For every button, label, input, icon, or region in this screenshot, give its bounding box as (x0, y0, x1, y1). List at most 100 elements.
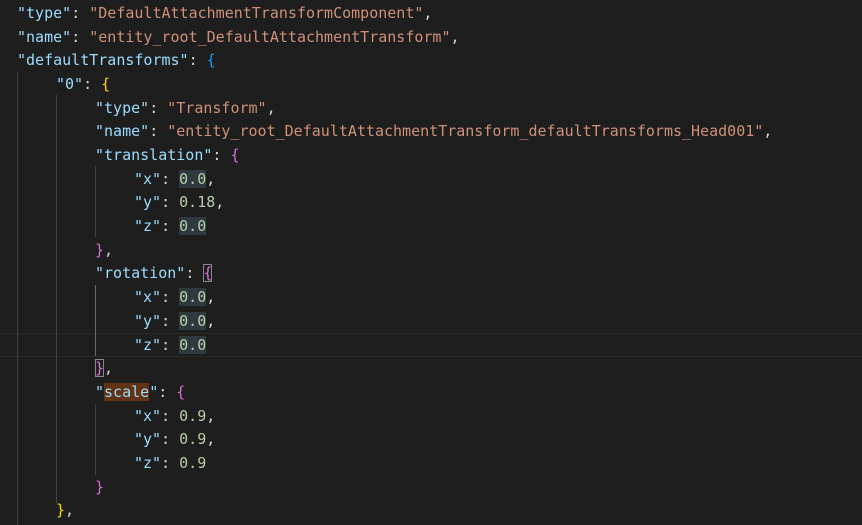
colon: : (158, 383, 177, 401)
indent-guide-active (95, 285, 96, 356)
comma: , (206, 170, 216, 188)
code-line-5[interactable]: "type": "Transform", (95, 97, 276, 121)
code-line-22[interactable]: }, (56, 499, 74, 523)
comma: , (206, 288, 216, 306)
code-line-12[interactable]: "rotation": { (95, 262, 213, 286)
close-brace: } (56, 501, 66, 519)
indent-guide (56, 95, 57, 503)
code-line-6[interactable]: "name": "entity_root_DefaultAttachmentTr… (95, 120, 772, 144)
json-string-value: "Transform" (167, 99, 267, 117)
colon: : (161, 217, 180, 235)
colon: : (185, 264, 204, 282)
json-key: "name" (95, 122, 150, 140)
json-key: "z" (134, 454, 162, 472)
json-key: "translation" (95, 146, 213, 164)
json-key: "rotation" (95, 264, 186, 282)
comma: , (763, 122, 773, 140)
json-number-value: 0.0 (179, 336, 207, 354)
json-key-highlighted: scale (104, 383, 150, 401)
json-string-value: "DefaultAttachmentTransformComponent" (89, 4, 424, 22)
comma: , (215, 193, 225, 211)
code-line-1[interactable]: "type": "DefaultAttachmentTransformCompo… (17, 2, 432, 26)
code-line-10[interactable]: "z": 0.0 (134, 215, 207, 239)
json-key: "0" (56, 75, 84, 93)
open-brace: { (101, 75, 111, 93)
close-brace: } (95, 241, 105, 259)
colon: : (161, 336, 180, 354)
code-line-11[interactable]: }, (95, 239, 113, 263)
json-key: "y" (134, 193, 162, 211)
json-key: "type" (17, 4, 72, 22)
code-line-7[interactable]: "translation": { (95, 144, 240, 168)
json-key: "name" (17, 28, 72, 46)
close-brace-matched: } (95, 359, 105, 377)
json-key-quote: " (95, 383, 105, 401)
code-line-21[interactable]: } (95, 476, 104, 500)
code-line-19[interactable]: "y": 0.9, (134, 428, 215, 452)
json-string-value: "entity_root_DefaultAttachmentTransform" (89, 28, 451, 46)
indent-guide (95, 404, 96, 475)
json-key: "z" (134, 336, 162, 354)
json-key: "z" (134, 217, 162, 235)
code-line-2[interactable]: "name": "entity_root_DefaultAttachmentTr… (17, 26, 460, 50)
open-brace: { (230, 146, 240, 164)
json-number-value: 0.0 (179, 217, 207, 235)
comma: , (423, 4, 433, 22)
code-line-18[interactable]: "x": 0.9, (134, 405, 215, 429)
colon: : (161, 454, 180, 472)
open-brace: { (176, 383, 186, 401)
colon: : (212, 146, 231, 164)
open-brace: { (206, 51, 216, 69)
comma: , (65, 501, 75, 519)
close-brace: } (95, 478, 105, 496)
colon: : (161, 407, 180, 425)
json-string-value: "entity_root_DefaultAttachmentTransform_… (167, 122, 764, 140)
code-line-8[interactable]: "x": 0.0, (134, 168, 215, 192)
comma: , (206, 312, 216, 330)
json-number-value: 0.9 (179, 407, 207, 425)
code-line-3[interactable]: "defaultTransforms": { (17, 49, 216, 73)
colon: : (161, 288, 180, 306)
json-key: "x" (134, 288, 162, 306)
colon: : (161, 170, 180, 188)
indent-guide (95, 166, 96, 237)
code-line-14[interactable]: "y": 0.0, (134, 310, 215, 334)
colon: : (71, 4, 90, 22)
code-line-17[interactable]: "scale": { (95, 381, 185, 405)
colon: : (161, 193, 180, 211)
json-number-value: 0.0 (179, 170, 207, 188)
json-key: "defaultTransforms" (17, 51, 189, 69)
code-line-20[interactable]: "z": 0.9 (134, 452, 206, 476)
code-line-9[interactable]: "y": 0.18, (134, 191, 224, 215)
json-key-quote: " (149, 383, 159, 401)
colon: : (149, 99, 168, 117)
json-key: "type" (95, 99, 150, 117)
comma: , (206, 430, 216, 448)
json-number-value: 0.9 (179, 430, 207, 448)
json-number-value: 0.0 (179, 312, 207, 330)
json-number-value: 0.0 (179, 288, 207, 306)
comma: , (450, 28, 460, 46)
code-line-16[interactable]: }, (95, 357, 113, 381)
code-line-4[interactable]: "0": { (56, 73, 110, 97)
code-line-15[interactable]: "z": 0.0 (134, 334, 207, 358)
json-key: "y" (134, 312, 162, 330)
json-key: "y" (134, 430, 162, 448)
colon: : (161, 430, 180, 448)
json-number-value: 0.18 (179, 193, 216, 211)
colon: : (71, 28, 90, 46)
comma: , (104, 241, 114, 259)
colon: : (161, 312, 180, 330)
comma: , (104, 359, 114, 377)
json-key: "x" (134, 407, 162, 425)
code-editor[interactable]: "type": "DefaultAttachmentTransformCompo… (0, 0, 862, 525)
json-key: "x" (134, 170, 162, 188)
json-number-value: 0.9 (179, 454, 207, 472)
code-line-13[interactable]: "x": 0.0, (134, 286, 215, 310)
colon: : (83, 75, 102, 93)
indent-guide (17, 72, 18, 525)
open-brace-matched: { (203, 264, 213, 282)
comma: , (206, 407, 216, 425)
comma: , (266, 99, 276, 117)
current-line-highlight (0, 333, 862, 357)
